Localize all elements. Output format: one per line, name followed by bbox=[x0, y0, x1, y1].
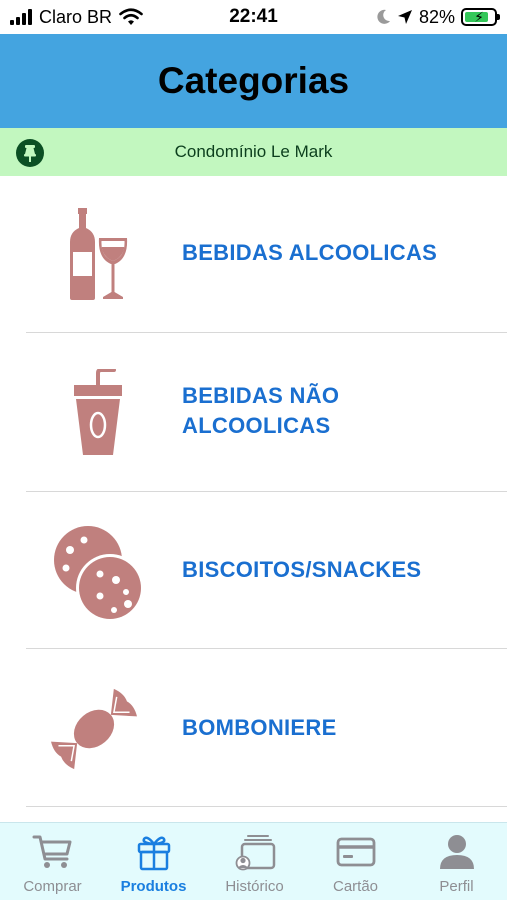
category-label: BEBIDAS NÃO ALCOOLICAS bbox=[182, 383, 340, 438]
tab-cartao[interactable]: Cartão bbox=[305, 823, 406, 900]
tab-label: Histórico bbox=[225, 878, 284, 895]
divider bbox=[26, 806, 507, 807]
tab-produtos[interactable]: Produtos bbox=[103, 823, 204, 900]
category-label: BISCOITOS/SNACKES bbox=[182, 557, 422, 582]
battery-icon: ⚡ bbox=[461, 8, 500, 26]
soda-cup-icon bbox=[74, 369, 122, 455]
page-title: Categorias bbox=[157, 60, 350, 101]
tab-historico[interactable]: Histórico bbox=[204, 823, 305, 900]
battery-percent: 82% bbox=[418, 7, 455, 27]
category-item-bebidas-alcoolicas[interactable]: BEBIDAS ALCOOLICAS bbox=[0, 176, 507, 332]
category-label: BOMBONIERE bbox=[182, 715, 337, 740]
history-icon bbox=[235, 835, 276, 871]
moon-icon bbox=[377, 9, 390, 24]
tab-bar: Comprar Produtos Histórico Cartão Perfil bbox=[0, 822, 507, 900]
tab-comprar[interactable]: Comprar bbox=[2, 823, 103, 900]
location-arrow-icon bbox=[397, 10, 412, 24]
tab-label: Comprar bbox=[23, 878, 82, 895]
tab-perfil[interactable]: Perfil bbox=[406, 823, 507, 900]
category-label: BEBIDAS ALCOOLICAS bbox=[182, 240, 438, 265]
status-right: 82% ⚡ bbox=[377, 6, 500, 28]
gift-icon bbox=[137, 836, 171, 871]
card-icon bbox=[336, 837, 376, 867]
location-name: Condomínio Le Mark bbox=[174, 142, 333, 161]
category-item-bebidas-nao-alcoolicas[interactable]: BEBIDAS NÃO ALCOOLICAS bbox=[0, 333, 507, 491]
cookies-icon bbox=[54, 526, 144, 622]
tab-label: Perfil bbox=[439, 878, 474, 895]
header: Categorias bbox=[0, 34, 507, 128]
category-item-biscoitos-snackes[interactable]: BISCOITOS/SNACKES bbox=[0, 492, 507, 649]
tab-label: Produtos bbox=[120, 878, 187, 895]
category-item-bomboniere[interactable]: BOMBONIERE bbox=[0, 649, 507, 807]
profile-icon bbox=[440, 835, 474, 869]
tab-label: Cartão bbox=[332, 878, 379, 895]
cart-icon bbox=[32, 835, 72, 868]
candy-icon bbox=[51, 688, 137, 770]
location-banner[interactable]: Condomínio Le Mark bbox=[0, 128, 507, 176]
category-list: BEBIDAS ALCOOLICAS BEBIDAS NÃO ALCOOLICA… bbox=[0, 176, 507, 822]
wine-bottle-glass-icon bbox=[70, 208, 128, 300]
status-bar: Claro BR 22:41 82% ⚡ bbox=[0, 0, 507, 34]
